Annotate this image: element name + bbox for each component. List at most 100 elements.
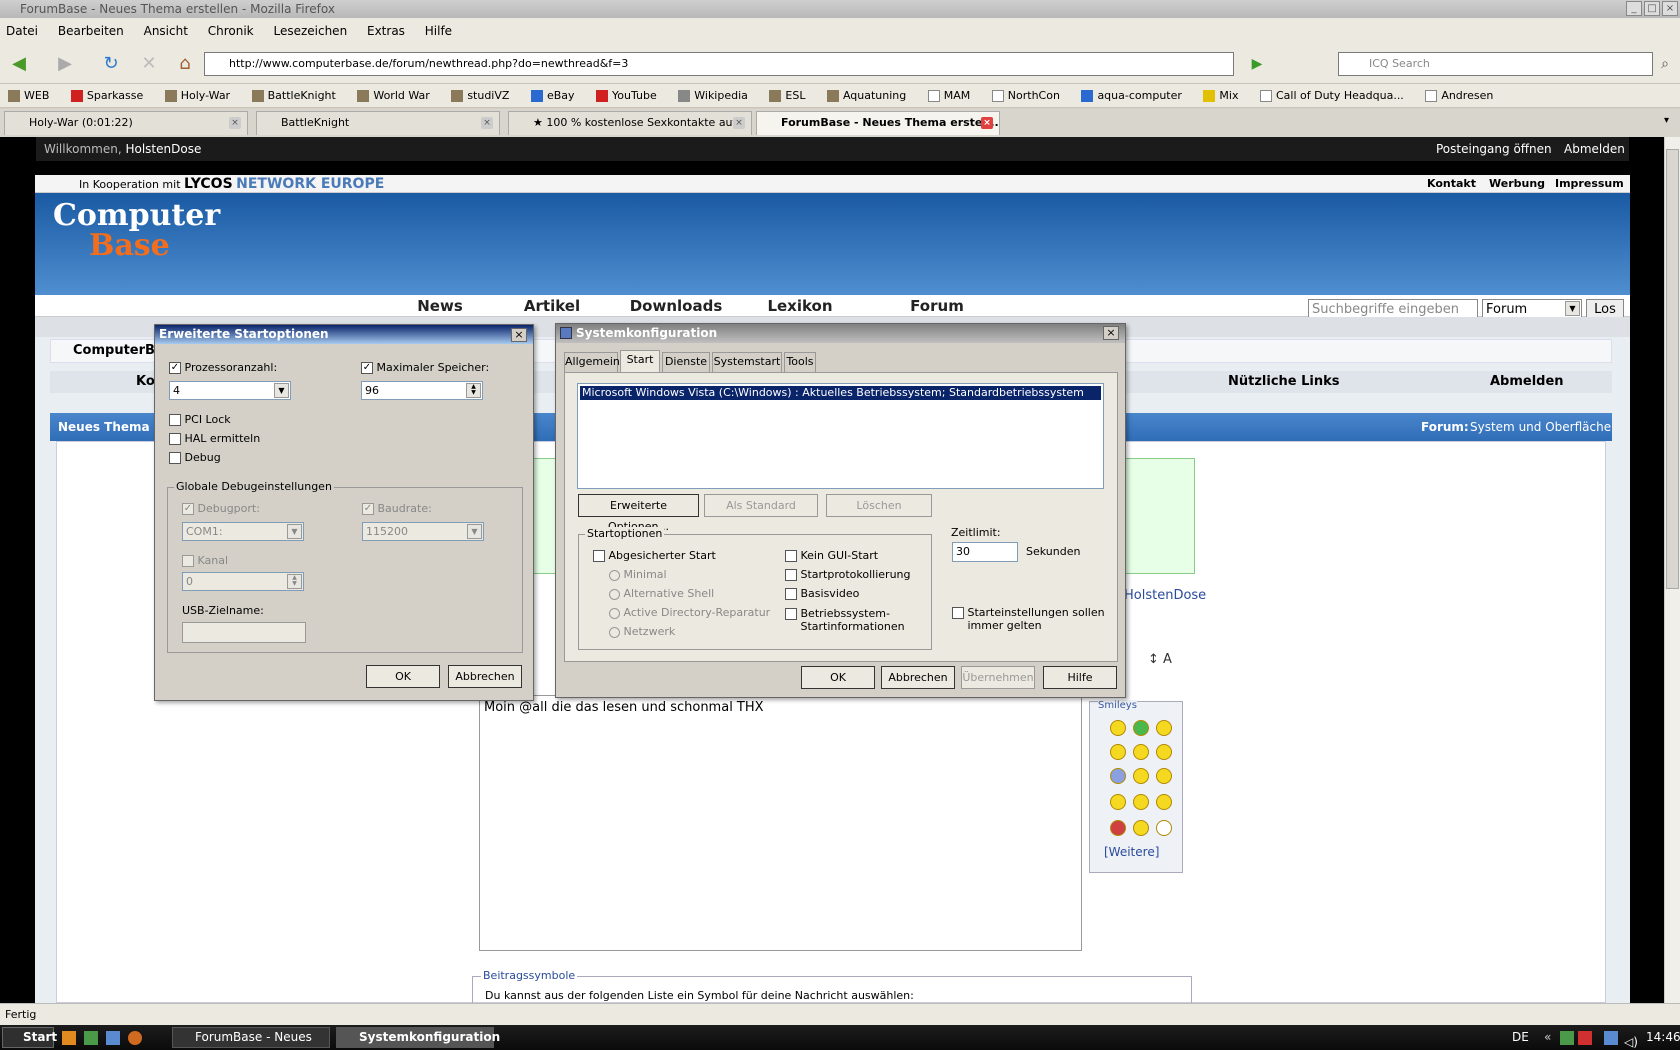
search-icon[interactable]: ⌕ bbox=[1652, 52, 1678, 78]
tab-list-icon[interactable]: ▾ bbox=[1664, 115, 1669, 126]
smiley-icon[interactable] bbox=[1156, 794, 1172, 810]
smiley-icon[interactable] bbox=[1156, 720, 1172, 736]
menu-bearbeiten[interactable]: Bearbeiten bbox=[58, 24, 124, 38]
go-icon[interactable]: ▶ bbox=[1244, 52, 1270, 78]
tray-icon[interactable] bbox=[1560, 1031, 1574, 1045]
breadcrumb-text[interactable]: ComputerBa bbox=[73, 343, 164, 358]
quicklaunch-icon[interactable] bbox=[84, 1031, 98, 1045]
volume-icon[interactable]: ◁) bbox=[1624, 1030, 1638, 1050]
back-icon[interactable]: ◀ bbox=[6, 52, 32, 78]
tab-battleknight[interactable]: BattleKnight × bbox=[256, 111, 500, 135]
network-radio[interactable]: Netzwerk bbox=[609, 625, 675, 638]
ad-repair-radio[interactable]: Active Directory-Reparatur bbox=[609, 606, 770, 619]
scrollbar-thumb[interactable] bbox=[1666, 149, 1679, 589]
debugport-checkbox[interactable]: ✓ Debugport: bbox=[182, 502, 260, 515]
no-gui-checkbox[interactable]: Kein GUI-Start bbox=[785, 549, 878, 562]
forum-name-link[interactable]: System und Oberfläche bbox=[1470, 413, 1611, 441]
logout-link[interactable]: Abmelden bbox=[1564, 137, 1625, 161]
bookmark-item[interactable]: Holy-War bbox=[164, 89, 230, 102]
smiley-icon[interactable] bbox=[1133, 744, 1149, 760]
impressum-link[interactable]: Impressum bbox=[1555, 175, 1624, 193]
bookmark-item[interactable]: Call of Duty Headqua... bbox=[1259, 89, 1404, 102]
cancel-button[interactable]: Abbrechen bbox=[448, 665, 522, 688]
smiley-icon[interactable] bbox=[1110, 820, 1126, 836]
kanal-input[interactable]: 0 ▲ ▼ bbox=[182, 572, 304, 591]
tab-close-icon[interactable]: × bbox=[481, 117, 493, 129]
baudrate-select[interactable]: 115200 ▼ bbox=[362, 522, 484, 541]
url-bar[interactable]: http://www.computerbase.de/forum/newthre… bbox=[204, 52, 1234, 76]
usb-target-input[interactable] bbox=[182, 622, 306, 643]
smiley-icon[interactable] bbox=[1156, 820, 1172, 836]
tab-systemstart[interactable]: Systemstart bbox=[712, 352, 782, 372]
safe-boot-checkbox[interactable]: Abgesicherter Start bbox=[593, 549, 716, 562]
bookmark-item[interactable]: Wikipedia bbox=[678, 89, 748, 102]
tab-start[interactable]: Start bbox=[620, 350, 660, 373]
subnav-useful-links[interactable]: Nützliche Links bbox=[1228, 371, 1340, 393]
bookmark-item[interactable]: WEB bbox=[8, 89, 49, 102]
minimize-icon[interactable]: _ bbox=[1626, 1, 1642, 16]
user-link[interactable]: HolstenDose bbox=[1124, 588, 1206, 603]
kontakt-link[interactable]: Kontakt bbox=[1427, 175, 1476, 193]
alt-shell-radio[interactable]: Alternative Shell bbox=[609, 587, 714, 600]
bookmark-item[interactable]: Andresen bbox=[1425, 89, 1493, 102]
bookmark-item[interactable]: studiVZ bbox=[451, 89, 509, 102]
bookmark-item[interactable]: NorthCon bbox=[991, 89, 1060, 102]
page-scrollbar[interactable] bbox=[1664, 137, 1680, 1003]
menu-extras[interactable]: Extras bbox=[367, 24, 405, 38]
debugport-select[interactable]: COM1: ▼ bbox=[182, 522, 304, 541]
maximize-icon[interactable]: □ bbox=[1644, 1, 1660, 16]
smiley-icon[interactable] bbox=[1156, 744, 1172, 760]
icq-search-input[interactable]: ICQ Search bbox=[1338, 52, 1653, 76]
bookmark-item[interactable]: Sparkasse bbox=[70, 89, 143, 102]
subnav-left[interactable]: Ko bbox=[136, 371, 155, 393]
tab-close-icon[interactable]: × bbox=[733, 117, 745, 129]
close-icon[interactable]: × bbox=[1662, 1, 1678, 16]
smiley-icon[interactable] bbox=[1133, 768, 1149, 784]
boot-log-checkbox[interactable]: Startprotokollierung bbox=[785, 568, 911, 581]
spinner-icon[interactable]: ▲ ▼ bbox=[466, 383, 481, 398]
nav-news[interactable]: News bbox=[385, 295, 495, 317]
tray-icon[interactable] bbox=[1578, 1031, 1592, 1045]
timeout-input[interactable]: 30 bbox=[952, 542, 1018, 562]
max-memory-input[interactable]: 96 ▲ ▼ bbox=[361, 381, 483, 400]
msconfig-ok-button[interactable]: OK bbox=[801, 666, 875, 689]
quicklaunch-icon[interactable] bbox=[106, 1031, 120, 1045]
tab-allgemein[interactable]: Allgemein bbox=[564, 352, 620, 372]
smiley-icon[interactable] bbox=[1110, 720, 1126, 736]
smiley-icon[interactable] bbox=[1110, 794, 1126, 810]
welcome-user[interactable]: HolstenDose bbox=[125, 142, 201, 156]
nav-lexikon[interactable]: Lexikon bbox=[745, 295, 855, 317]
msconfig-help-button[interactable]: Hilfe bbox=[1043, 666, 1117, 689]
cpu-count-checkbox[interactable]: ✓ Prozessoranzahl: bbox=[169, 361, 277, 374]
start-button[interactable]: Start bbox=[2, 1027, 57, 1048]
bookmark-item[interactable]: aqua-computer bbox=[1081, 89, 1182, 102]
tab-close-icon[interactable]: × bbox=[981, 117, 993, 129]
menu-datei[interactable]: Datei bbox=[6, 24, 38, 38]
close-icon[interactable]: × bbox=[511, 328, 527, 342]
network-icon[interactable] bbox=[1604, 1031, 1618, 1045]
smiley-icon[interactable] bbox=[1133, 820, 1149, 836]
smiley-icon[interactable] bbox=[1133, 794, 1149, 810]
nav-downloads[interactable]: Downloads bbox=[611, 295, 741, 317]
permanent-checkbox[interactable]: Starteinstellungen sollen immer gelten bbox=[952, 606, 1105, 632]
msconfig-cancel-button[interactable]: Abbrechen bbox=[881, 666, 955, 689]
tray-expand-icon[interactable]: « bbox=[1544, 1025, 1551, 1050]
bookmark-item[interactable]: World War bbox=[357, 89, 430, 102]
tab-dienste[interactable]: Dienste bbox=[662, 352, 710, 372]
post-textarea[interactable]: Moin @all die das lesen und schonmal THX bbox=[479, 695, 1082, 951]
nav-artikel[interactable]: Artikel bbox=[497, 295, 607, 317]
baudrate-checkbox[interactable]: ✓ Baudrate: bbox=[362, 502, 432, 515]
minimal-radio[interactable]: Minimal bbox=[609, 568, 667, 581]
bookmark-item[interactable]: MAM bbox=[927, 89, 970, 102]
spinner-icon[interactable]: ▲ ▼ bbox=[287, 574, 302, 589]
inbox-link[interactable]: Posteingang öffnen bbox=[1436, 137, 1552, 161]
menu-chronik[interactable]: Chronik bbox=[208, 24, 254, 38]
os-list-item[interactable]: Microsoft Windows Vista (C:\Windows) : A… bbox=[580, 386, 1101, 400]
language-indicator[interactable]: DE bbox=[1512, 1025, 1529, 1050]
hal-checkbox[interactable]: HAL ermitteln bbox=[169, 432, 260, 445]
tab-sexkontakte[interactable]: ★ 100 % kostenlose Sexkontakte auf... × bbox=[508, 111, 752, 135]
ok-button[interactable]: OK bbox=[366, 665, 440, 688]
bookmark-item[interactable]: BattleKnight bbox=[251, 89, 336, 102]
subnav-logout[interactable]: Abmelden bbox=[1490, 371, 1564, 393]
editor-size-icon[interactable]: ↕ A bbox=[1148, 652, 1172, 667]
